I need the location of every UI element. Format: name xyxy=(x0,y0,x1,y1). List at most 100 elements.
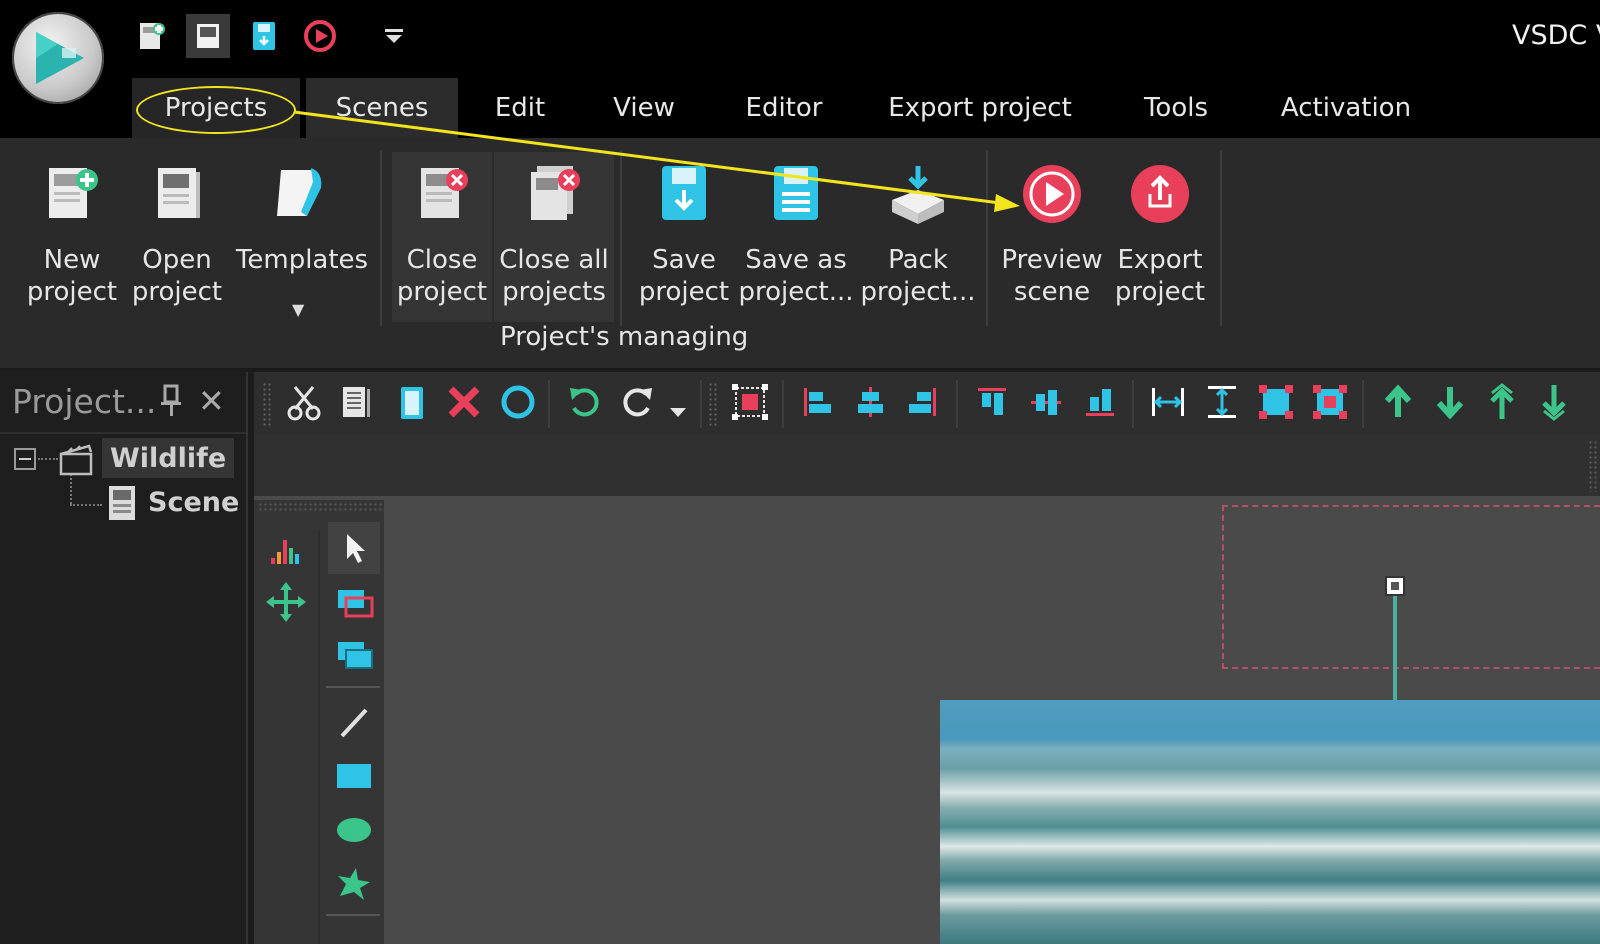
export-icon xyxy=(1124,158,1196,230)
save-project-button[interactable]: Save project xyxy=(634,152,734,322)
save-as-project-label: Save as project... xyxy=(738,245,854,307)
collapse-toggle-icon[interactable] xyxy=(14,448,36,474)
toolbar-separator xyxy=(1362,380,1364,428)
redo-icon[interactable] xyxy=(616,380,660,424)
toolbar-separator xyxy=(700,380,702,428)
paste-icon[interactable] xyxy=(390,380,434,424)
pin-icon[interactable] xyxy=(158,384,184,422)
delete-icon[interactable] xyxy=(442,380,486,424)
templates-label: Templates xyxy=(235,245,369,275)
image-object-icon[interactable] xyxy=(332,634,376,678)
ribbon-separator xyxy=(380,150,382,326)
pack-project-button[interactable]: Pack project... xyxy=(860,152,976,322)
send-to-back-icon[interactable] xyxy=(1532,380,1576,424)
toolbar-grip[interactable] xyxy=(262,382,272,426)
close-icon[interactable]: ✕ xyxy=(198,382,225,420)
save-icon[interactable] xyxy=(242,14,286,58)
save-as-project-button[interactable]: Save as project... xyxy=(736,152,856,322)
divider xyxy=(318,530,320,944)
move-icon[interactable] xyxy=(264,580,308,624)
copy-icon[interactable] xyxy=(334,380,378,424)
play-circle-icon xyxy=(1016,158,1088,230)
same-height-icon[interactable] xyxy=(1200,380,1244,424)
tree-item-scene[interactable]: Scene xyxy=(148,482,239,522)
divider xyxy=(0,432,246,434)
crop-icon[interactable] xyxy=(728,380,772,424)
open-project-button[interactable]: Open project xyxy=(126,152,228,322)
ribbon-separator xyxy=(986,150,988,326)
toolbar-separator xyxy=(548,380,550,428)
preview-scene-button[interactable]: Preview scene xyxy=(998,152,1106,322)
send-backward-icon[interactable] xyxy=(1428,380,1472,424)
tab-export-project[interactable]: Export project xyxy=(880,78,1080,138)
new-project-button[interactable]: New project xyxy=(22,152,122,322)
tab-tools[interactable]: Tools xyxy=(1126,78,1226,138)
redo-dropdown-icon[interactable] xyxy=(668,404,688,424)
export-project-label: Export project xyxy=(1114,245,1206,307)
divider xyxy=(326,914,380,916)
save-as-icon xyxy=(760,158,832,230)
preview-icon[interactable] xyxy=(298,14,342,58)
window-icon[interactable] xyxy=(186,14,230,58)
fit-to-scene-icon[interactable] xyxy=(1308,380,1352,424)
close-all-projects-button[interactable]: Close all projects xyxy=(494,152,614,322)
tab-edit[interactable]: Edit xyxy=(480,78,560,138)
toolbar-grip[interactable] xyxy=(1588,440,1598,492)
tree-item-label: Scene xyxy=(148,486,240,518)
tab-projects[interactable]: Projects xyxy=(132,78,300,138)
align-center-icon[interactable] xyxy=(848,380,892,424)
align-middle-icon[interactable] xyxy=(1024,380,1068,424)
new-document-icon xyxy=(36,158,108,230)
circle-icon[interactable] xyxy=(496,380,540,424)
tab-scenes[interactable]: Scenes xyxy=(306,78,458,138)
align-left-icon[interactable] xyxy=(796,380,840,424)
close-project-button[interactable]: Close project xyxy=(392,152,492,322)
tree-connector xyxy=(38,458,58,460)
pointer-icon[interactable] xyxy=(328,522,380,574)
tab-view[interactable]: View xyxy=(598,78,690,138)
free-shape-tool-icon[interactable] xyxy=(332,862,376,906)
align-right-icon[interactable] xyxy=(900,380,944,424)
save-project-label: Save project xyxy=(638,245,730,307)
project-explorer-title: Project... xyxy=(12,382,157,421)
audio-spectrum-icon[interactable] xyxy=(264,528,308,572)
same-width-icon[interactable] xyxy=(1146,380,1190,424)
toolbar-separator xyxy=(1132,380,1134,428)
align-bottom-icon[interactable] xyxy=(1078,380,1122,424)
preview-scene-label: Preview scene xyxy=(1001,245,1103,307)
tree-connector xyxy=(70,504,102,506)
bring-to-front-icon[interactable] xyxy=(1480,380,1524,424)
customize-dropdown-icon[interactable] xyxy=(372,14,416,58)
bring-forward-icon[interactable] xyxy=(1376,380,1420,424)
cut-icon[interactable] xyxy=(282,380,326,424)
align-top-icon[interactable] xyxy=(970,380,1014,424)
close-all-documents-icon xyxy=(518,158,590,230)
scene-bounds xyxy=(1222,505,1600,669)
export-project-button[interactable]: Export project xyxy=(1110,152,1210,322)
rectangle-tool-icon[interactable] xyxy=(332,754,376,798)
tree-item-project[interactable]: Wildlife xyxy=(102,438,235,478)
close-project-label: Close project xyxy=(396,245,488,307)
divider xyxy=(326,686,380,688)
app-logo[interactable] xyxy=(12,12,104,104)
close-document-icon xyxy=(406,158,478,230)
templates-button[interactable]: Templates xyxy=(232,152,372,322)
save-icon xyxy=(648,158,720,230)
video-preview-image[interactable] xyxy=(940,700,1600,944)
toolbar-grip[interactable] xyxy=(258,502,382,512)
ribbon-separator xyxy=(620,150,622,326)
ribbon-group-label: Project's managing xyxy=(500,322,749,352)
templates-dropdown-icon[interactable]: ▼ xyxy=(292,300,304,319)
undo-icon[interactable] xyxy=(562,380,606,424)
scene-icon xyxy=(106,484,138,526)
same-size-icon[interactable] xyxy=(1254,380,1298,424)
tab-activation[interactable]: Activation xyxy=(1266,78,1426,138)
line-tool-icon[interactable] xyxy=(332,700,376,744)
rotation-handle[interactable] xyxy=(1385,576,1405,596)
tab-editor[interactable]: Editor xyxy=(732,78,836,138)
ellipse-tool-icon[interactable] xyxy=(332,808,376,852)
toolbar-grip[interactable] xyxy=(708,382,718,426)
video-object-icon[interactable] xyxy=(332,580,376,624)
new-project-icon[interactable] xyxy=(130,14,174,58)
play-logo-icon xyxy=(36,32,84,84)
